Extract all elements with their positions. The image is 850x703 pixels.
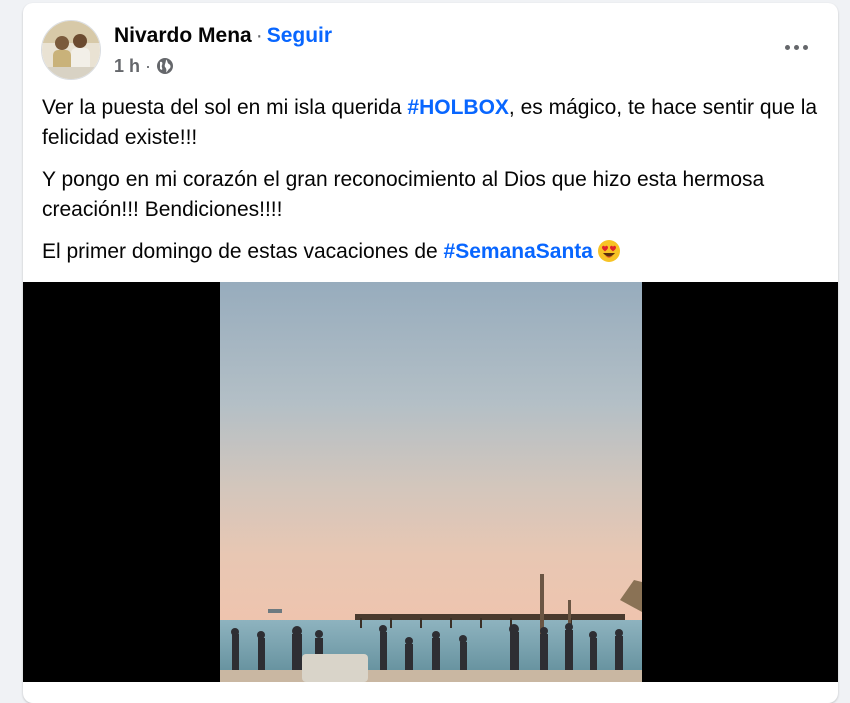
hashtag-holbox[interactable]: #HOLBOX <box>407 96 509 119</box>
post-paragraph-1: Ver la puesta del sol en mi isla querida… <box>42 96 818 149</box>
more-options-icon <box>784 44 790 50</box>
post-paragraph-3: El primer domingo de estas vacaciones de… <box>42 237 832 267</box>
globe-icon[interactable] <box>156 57 174 75</box>
follow-button[interactable]: Seguir <box>267 24 332 47</box>
more-options-button[interactable] <box>776 31 816 63</box>
post-card: Nivardo Mena · Seguir 1 h · Ver la puesta … <box>23 3 838 703</box>
post-timestamp[interactable]: 1 h <box>114 55 140 77</box>
meta-separator: · <box>145 56 152 76</box>
post-meta: 1 h · <box>114 55 174 77</box>
author-line: Nivardo Mena · Seguir <box>114 23 332 49</box>
sunset-photo[interactable] <box>220 282 642 682</box>
post-text: Ver la puesta del sol en mi isla querida… <box>42 93 832 279</box>
author-avatar[interactable] <box>41 20 101 80</box>
post-paragraph-2: Y pongo en mi corazón el gran reconocimi… <box>42 168 765 221</box>
heart-eyes-emoji-icon <box>597 239 621 263</box>
post-video[interactable] <box>23 282 838 682</box>
hashtag-semana-santa[interactable]: #SemanaSanta <box>444 240 593 263</box>
name-separator: · <box>255 24 263 47</box>
post-header: Nivardo Mena · Seguir 1 h · <box>23 3 838 83</box>
author-name[interactable]: Nivardo Mena <box>114 24 252 47</box>
